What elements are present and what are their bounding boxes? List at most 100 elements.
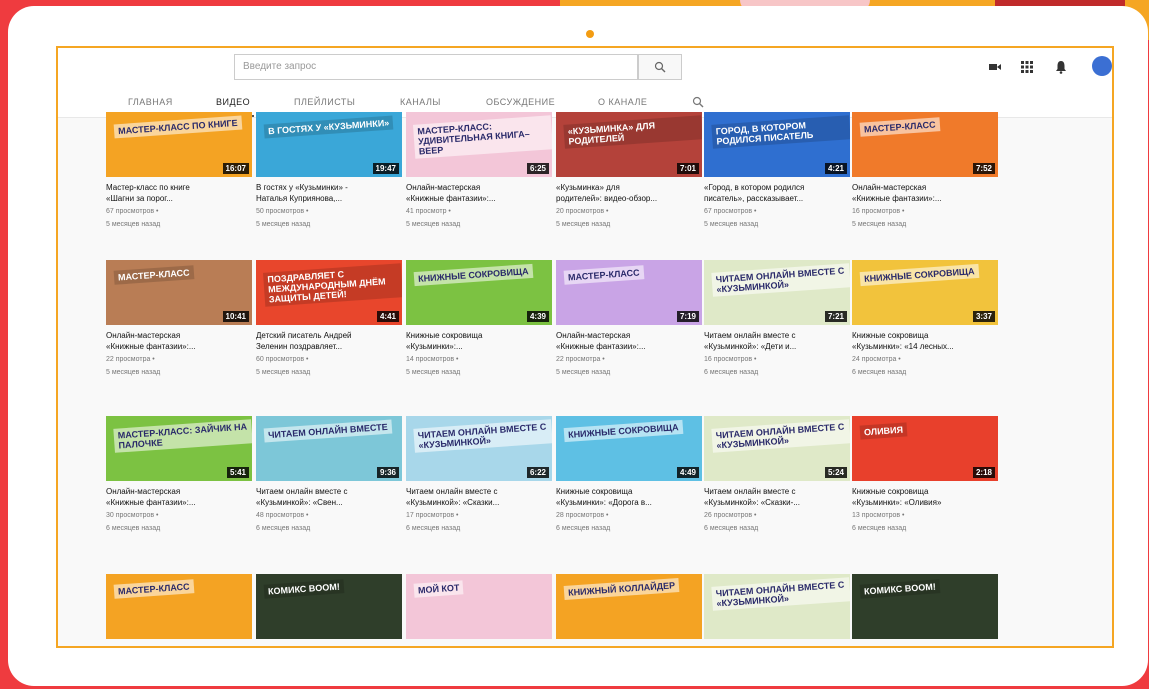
video-age: 5 месяцев назад [852, 221, 907, 228]
video-title[interactable]: Читаем онлайн вместе с «Кузьминкой»: «Све… [256, 486, 402, 508]
video-thumbnail[interactable]: ЧИТАЕМ ОНЛАЙН ВМЕСТЕ 9:36 [256, 416, 402, 481]
video-thumbnail[interactable]: МАСТЕР-КЛАСС: УДИВИТЕЛЬНАЯ КНИГА–ВЕЕР 6:2… [406, 112, 552, 177]
video-thumbnail[interactable]: МАСТЕР-КЛАСС: ЗАЙЧИК НА ПАЛОЧКЕ 5:41 [106, 416, 252, 481]
video-title[interactable] [106, 644, 252, 646]
video-card[interactable]: ЧИТАЕМ ОНЛАЙН ВМЕСТЕ С «КУЗЬМИНКОЙ» 7:21 Ч… [704, 260, 850, 378]
duration-badge: 16:07 [222, 163, 249, 174]
video-thumbnail[interactable]: ЧИТАЕМ ОНЛАЙН ВМЕСТЕ С «КУЗЬМИНКОЙ» 5:24 [704, 416, 850, 481]
duration-badge: 7:52 [972, 163, 995, 174]
video-title-line: Книжные сокровища [556, 487, 633, 496]
duration-badge: 5:24 [824, 467, 847, 478]
video-thumbnail[interactable]: КНИЖНЫЕ СОКРОВИЩА 4:49 [556, 416, 702, 481]
video-age: 5 месяцев назад [406, 221, 461, 228]
video-thumbnail[interactable]: ЧИТАЕМ ОНЛАЙН ВМЕСТЕ С «КУЗЬМИНКОЙ» 7:21 [704, 260, 850, 325]
search-button[interactable] [638, 54, 682, 80]
video-title[interactable]: Книжные сокровища «Кузьминки»: «Оливия» [852, 486, 998, 508]
apps-grid-icon[interactable] [1020, 60, 1034, 74]
video-card[interactable]: МОЙ КОТ [406, 574, 552, 646]
video-thumbnail[interactable]: МАСТЕР-КЛАСС 10:41 [106, 260, 252, 325]
video-thumbnail[interactable]: МАСТЕР-КЛАСС 7:52 [852, 112, 998, 177]
video-title[interactable]: Книжные сокровища «Кузьминки»: «14 лесных… [852, 330, 998, 352]
video-thumbnail[interactable]: ЧИТАЕМ ОНЛАЙН ВМЕСТЕ С «КУЗЬМИНКОЙ» [704, 574, 850, 639]
video-card[interactable]: ПОЗДРАВЛЯЕТ С МЕЖДУНАРОДНЫМ ДНЁМ ЗАЩИТЫ … [256, 260, 402, 378]
video-title-line: Онлайн-мастерская [556, 331, 631, 340]
tab-home[interactable]: ГЛАВНАЯ [128, 97, 173, 107]
video-title-line: «Кузьминкой»: «Сказки... [406, 498, 500, 507]
video-title[interactable]: Книжные сокровища «Кузьминки»: «Дорога в.… [556, 486, 702, 508]
video-card[interactable]: КНИЖНЫЕ СОКРОВИЩА 4:49 Книжные сокровища «К… [556, 416, 702, 534]
video-card[interactable]: «КУЗЬМИНКА» ДЛЯ РОДИТЕЛЕЙ 7:01 «Кузьминка»… [556, 112, 702, 230]
video-title[interactable]: Читаем онлайн вместе с «Кузьминкой»: «Ска… [704, 486, 850, 508]
tab-about[interactable]: О КАНАЛЕ [598, 97, 647, 107]
tab-channels[interactable]: КАНАЛЫ [400, 97, 441, 107]
channel-search-icon[interactable] [692, 96, 704, 108]
video-title[interactable] [852, 644, 998, 646]
video-title[interactable]: Онлайн-мастерская «Книжные фантазии»:... [106, 486, 252, 508]
video-card[interactable]: МАСТЕР-КЛАСС ПО КНИГЕ 16:07 Мастер-класс п… [106, 112, 252, 230]
video-title[interactable]: Онлайн-мастерская «Книжные фантазии»:... [556, 330, 702, 352]
video-thumbnail[interactable]: КНИЖНЫЕ СОКРОВИЩА 4:39 [406, 260, 552, 325]
video-thumbnail[interactable]: «КУЗЬМИНКА» ДЛЯ РОДИТЕЛЕЙ 7:01 [556, 112, 702, 177]
video-thumbnail[interactable]: ГОРОД, В КОТОРОМ РОДИЛСЯ ПИСАТЕЛЬ 4:21 [704, 112, 850, 177]
video-card[interactable]: ЧИТАЕМ ОНЛАЙН ВМЕСТЕ С «КУЗЬМИНКОЙ» 6:22 Ч… [406, 416, 552, 534]
video-thumbnail[interactable]: МАСТЕР-КЛАСС 7:19 [556, 260, 702, 325]
avatar[interactable] [1092, 56, 1112, 76]
video-thumbnail[interactable]: ОЛИВИЯ 2:18 [852, 416, 998, 481]
video-thumbnail[interactable]: В ГОСТЯХ У «КУЗЬМИНКИ» 19:47 [256, 112, 402, 177]
video-card[interactable]: КОМИКС BOOM! [852, 574, 998, 646]
video-title[interactable] [556, 644, 702, 646]
video-title[interactable]: Онлайн-мастерская «Книжные фантазии»:... [406, 182, 552, 204]
tab-playlists[interactable]: ПЛЕЙЛИСТЫ [294, 97, 355, 107]
video-thumbnail[interactable]: ЧИТАЕМ ОНЛАЙН ВМЕСТЕ С «КУЗЬМИНКОЙ» 6:22 [406, 416, 552, 481]
video-title[interactable] [704, 644, 850, 646]
video-title[interactable]: Читаем онлайн вместе с «Кузьминкой»: «Ска… [406, 486, 552, 508]
video-title[interactable]: В гостях у «Кузьминки» - Наталья Куприяно… [256, 182, 402, 204]
video-thumbnail[interactable]: КНИЖНЫЙ КОЛЛАЙДЕР [556, 574, 702, 639]
video-title[interactable]: «Кузьминка» для родителей»: видео-обзор..… [556, 182, 702, 204]
video-thumbnail[interactable]: КОМИКС BOOM! [256, 574, 402, 639]
video-thumbnail[interactable]: МАСТЕР-КЛАСС ПО КНИГЕ 16:07 [106, 112, 252, 177]
video-title[interactable]: Читаем онлайн вместе с «Кузьминкой»: «Дет… [704, 330, 850, 352]
video-thumbnail[interactable]: КНИЖНЫЕ СОКРОВИЩА 3:37 [852, 260, 998, 325]
video-card[interactable]: ГОРОД, В КОТОРОМ РОДИЛСЯ ПИСАТЕЛЬ 4:21 «Го… [704, 112, 850, 230]
decor-dot [586, 30, 594, 38]
duration-badge: 7:01 [676, 163, 699, 174]
video-title-line: «Шагни за порог... [106, 194, 173, 203]
video-age: 6 месяцев назад [704, 525, 759, 532]
video-title-line: «Кузьминкой»: «Свен... [256, 498, 343, 507]
video-thumbnail[interactable]: МОЙ КОТ [406, 574, 552, 639]
video-title[interactable]: Книжные сокровища «Кузьминки»:... [406, 330, 552, 352]
video-title-line: «Кузьминкой»: «Дети и... [704, 342, 797, 351]
video-thumbnail[interactable]: МАСТЕР-КЛАСС [106, 574, 252, 639]
video-card[interactable]: МАСТЕР-КЛАСС [106, 574, 252, 646]
video-camera-icon[interactable] [988, 60, 1002, 74]
video-card[interactable]: МАСТЕР-КЛАСС 7:52 Онлайн-мастерская «Книжны… [852, 112, 998, 230]
video-card[interactable]: КНИЖНЫЕ СОКРОВИЩА 3:37 Книжные сокровища «К… [852, 260, 998, 378]
bell-icon[interactable] [1054, 60, 1068, 74]
video-card[interactable]: ЧИТАЕМ ОНЛАЙН ВМЕСТЕ С «КУЗЬМИНКОЙ» 5:24 Ч… [704, 416, 850, 534]
tab-videos[interactable]: ВИДЕО [211, 97, 255, 117]
video-card[interactable]: ЧИТАЕМ ОНЛАЙН ВМЕСТЕ 9:36 Читаем онлайн вм… [256, 416, 402, 534]
video-title[interactable]: Онлайн-мастерская «Книжные фантазии»:... [106, 330, 252, 352]
video-card[interactable]: МАСТЕР-КЛАСС 10:41 Онлайн-мастерская «Книжн… [106, 260, 252, 378]
video-title[interactable] [256, 644, 402, 646]
video-title-line: «Кузьминки»: «Дорога в... [556, 498, 652, 507]
video-card[interactable]: МАСТЕР-КЛАСС 7:19 Онлайн-мастерская «Книжны… [556, 260, 702, 378]
video-card[interactable]: ЧИТАЕМ ОНЛАЙН ВМЕСТЕ С «КУЗЬМИНКОЙ» [704, 574, 850, 646]
video-card[interactable]: В ГОСТЯХ У «КУЗЬМИНКИ» 19:47 В гостях у «К… [256, 112, 402, 230]
video-card[interactable]: КНИЖНЫЕ СОКРОВИЩА 4:39 Книжные сокровища «К… [406, 260, 552, 378]
video-card[interactable]: МАСТЕР-КЛАСС: ЗАЙЧИК НА ПАЛОЧКЕ 5:41 Онлай… [106, 416, 252, 534]
video-title[interactable]: Онлайн-мастерская «Книжные фантазии»:... [852, 182, 998, 204]
video-title[interactable]: Мастер-класс по книге «Шагни за порог... [106, 182, 252, 204]
video-card[interactable]: КОМИКС BOOM! [256, 574, 402, 646]
video-thumbnail[interactable]: КОМИКС BOOM! [852, 574, 998, 639]
video-title[interactable]: Детский писатель Андрей Зеленин поздравля… [256, 330, 402, 352]
video-thumbnail[interactable]: ПОЗДРАВЛЯЕТ С МЕЖДУНАРОДНЫМ ДНЁМ ЗАЩИТЫ … [256, 260, 402, 325]
video-card[interactable]: МАСТЕР-КЛАСС: УДИВИТЕЛЬНАЯ КНИГА–ВЕЕР 6:2… [406, 112, 552, 230]
search-input[interactable]: Введите запрос [234, 54, 638, 80]
video-card[interactable]: ОЛИВИЯ 2:18 Книжные сокровища «Кузьминки»: … [852, 416, 998, 534]
tab-discussion[interactable]: ОБСУЖДЕНИЕ [486, 97, 555, 107]
video-title[interactable] [406, 644, 552, 646]
video-title[interactable]: «Город, в котором родился писатель», расс… [704, 182, 850, 204]
video-card[interactable]: КНИЖНЫЙ КОЛЛАЙДЕР [556, 574, 702, 646]
